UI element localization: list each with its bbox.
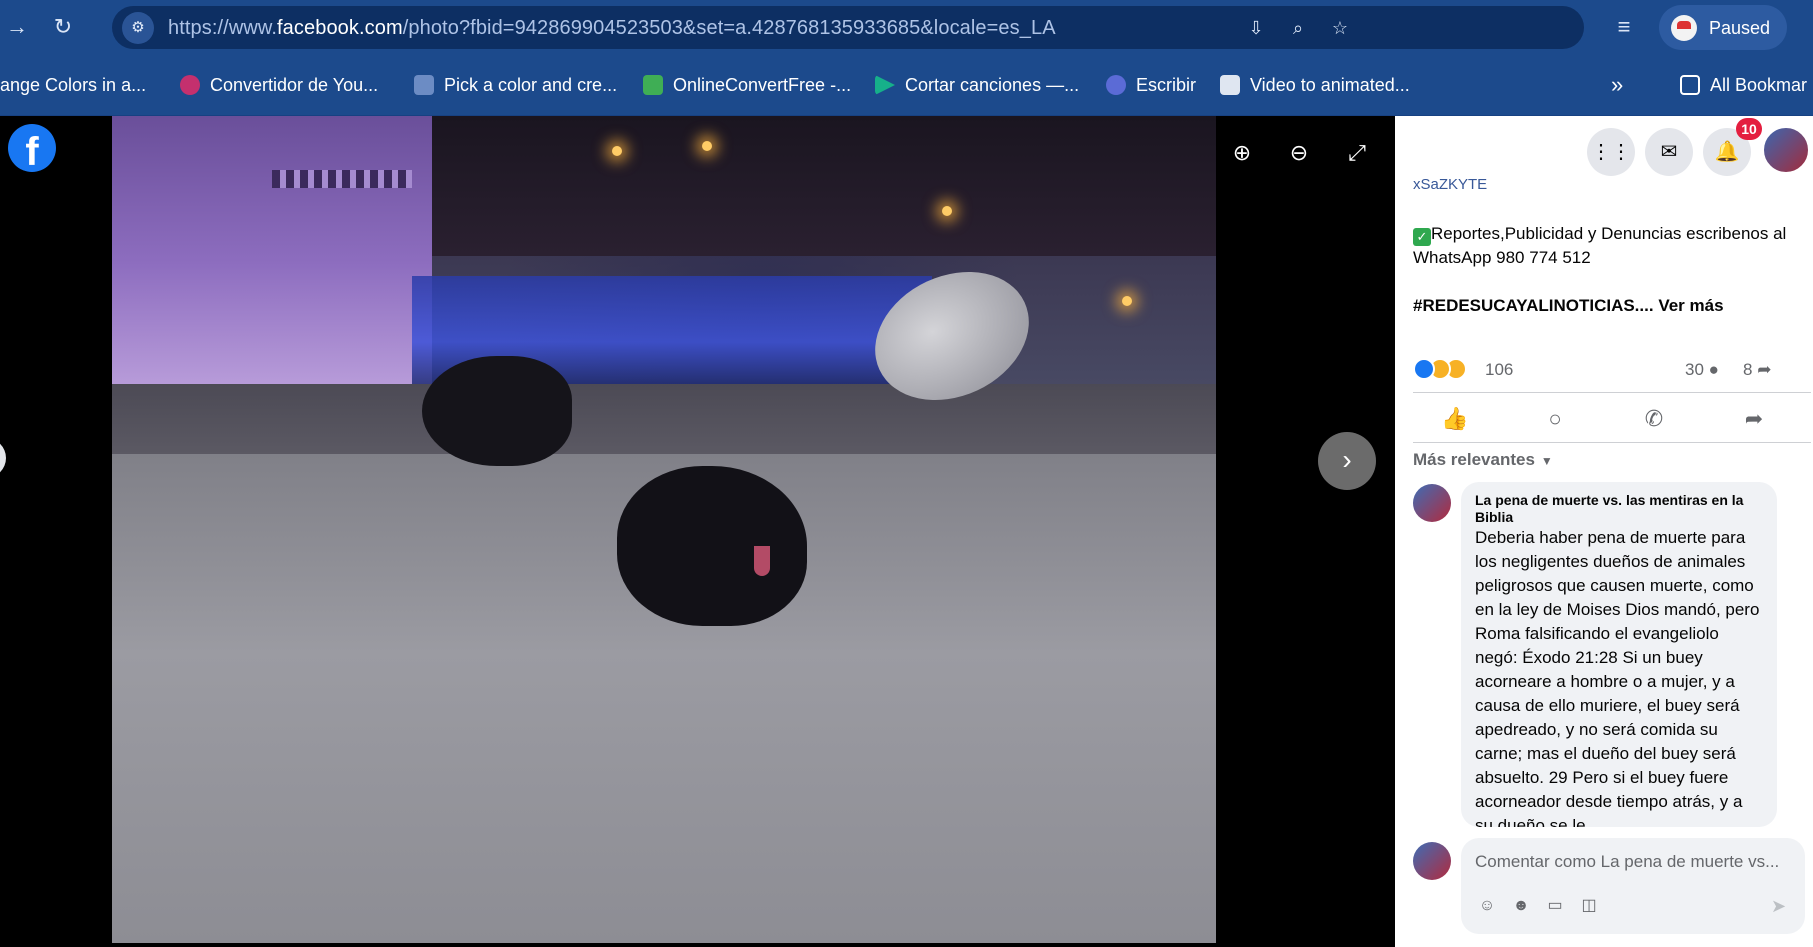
whatsapp-icon[interactable]: ✆ <box>1637 402 1671 436</box>
reactions-summary[interactable]: 106 30 ● 8 ➦ <box>1413 356 1811 384</box>
account-avatar[interactable] <box>1762 126 1810 174</box>
comment-icon[interactable]: ○ <box>1538 402 1572 436</box>
install-app-icon[interactable]: ⇩ <box>1242 14 1270 42</box>
folder-icon <box>1680 75 1700 95</box>
photo-wall <box>112 384 1216 454</box>
post-link-fragment[interactable]: xSaZKYTE <box>1413 176 1487 193</box>
photo-building <box>112 116 432 384</box>
photo-dog <box>422 356 572 466</box>
post-body: Reportes,Publicidad y Denuncias escriben… <box>1413 224 1787 267</box>
commenter-avatar[interactable] <box>1413 484 1451 522</box>
comment-bubble: La pena de muerte vs. las mentiras en la… <box>1461 482 1777 827</box>
bookmark-item[interactable]: Cortar canciones —... <box>875 73 1079 97</box>
like-reaction-icon <box>1413 358 1435 380</box>
photo-street-light <box>1122 296 1132 306</box>
gif-icon[interactable]: ▭ <box>1543 894 1567 918</box>
check-emoji-icon: ✓ <box>1413 228 1431 246</box>
post-caption: ✓ Reportes,Publicidad y Denuncias escribe… <box>1413 222 1803 318</box>
reactions-count[interactable]: 106 <box>1485 360 1513 380</box>
bookmark-favicon-icon <box>875 75 895 95</box>
profile-status: Paused <box>1709 18 1771 38</box>
facebook-logo[interactable]: f <box>8 124 56 174</box>
profile-button[interactable]: Paused <box>1659 5 1787 50</box>
fullscreen-icon[interactable]: ⤢ <box>1340 136 1374 170</box>
post-actions: 👍 ○ ✆ ➦ <box>1413 398 1811 438</box>
zoom-icon[interactable]: ⌕ <box>1284 14 1312 42</box>
photo-dog-tongue <box>754 546 770 576</box>
post-hashtag-line: #REDESUCAYALINOTICIAS.... Ver más <box>1413 294 1803 318</box>
url-text[interactable]: https://www.facebook.com/photo?fbid=9428… <box>168 17 1056 40</box>
composer-avatar[interactable] <box>1413 842 1451 880</box>
bookmark-favicon-icon <box>414 75 434 95</box>
bookmark-item[interactable]: Video to animated... <box>1220 73 1410 97</box>
zoom-out-icon[interactable]: ⊖ <box>1282 136 1316 170</box>
shares-count[interactable]: 8 ➦ <box>1743 360 1771 380</box>
reading-list-icon[interactable]: ≡ <box>1607 10 1641 44</box>
menu-grid-icon[interactable]: ⋮⋮ <box>1587 128 1635 176</box>
photo-dog <box>617 466 807 626</box>
comment-composer: ☺ ☻ ▭ ◫ ➤ <box>1461 838 1805 934</box>
comment-sort-dropdown[interactable]: Más relevantes ▼ <box>1413 450 1553 470</box>
bookmark-item[interactable]: Escribir <box>1106 73 1196 97</box>
see-more-link[interactable]: Ver más <box>1658 296 1723 315</box>
caret-down-icon: ▼ <box>1540 454 1553 468</box>
bookmark-item[interactable]: OnlineConvertFree -... <box>643 73 851 97</box>
forward-icon[interactable]: → <box>0 10 34 44</box>
bookmark-item[interactable]: Convertidor de You... <box>180 73 378 97</box>
photo-balcony <box>272 170 412 188</box>
next-photo-button[interactable]: › <box>1318 432 1376 490</box>
bookmark-item[interactable]: Pick a color and cre... <box>414 73 617 97</box>
reload-icon[interactable]: ↻ <box>46 10 80 44</box>
comments-count[interactable]: 30 ● <box>1685 360 1719 380</box>
messenger-icon[interactable]: ✉ <box>1645 128 1693 176</box>
address-bar[interactable]: ⚙ https://www.facebook.com/photo?fbid=94… <box>112 6 1584 49</box>
like-icon[interactable]: 👍 <box>1438 402 1472 436</box>
emoji-icon[interactable]: ☻ <box>1509 894 1533 918</box>
avatar-sticker-icon[interactable]: ☺ <box>1475 894 1499 918</box>
bookmark-favicon-icon <box>1220 75 1240 95</box>
site-settings-icon[interactable]: ⚙ <box>122 12 154 44</box>
sticker-icon[interactable]: ◫ <box>1577 894 1601 918</box>
photo-viewer: f ⊕ ⊖ ⤢ › <box>0 116 1395 947</box>
comment-text: Deberia haber pena de muerte para los ne… <box>1475 528 1760 827</box>
zoom-in-icon[interactable]: ⊕ <box>1225 136 1259 170</box>
photo-street-light <box>942 206 952 216</box>
notifications-badge: 10 <box>1736 118 1762 140</box>
all-bookmarks[interactable]: All Bookmar <box>1680 73 1807 97</box>
comment-count-icon: ● <box>1708 360 1719 379</box>
bookmarks-bar: ange Colors in a... Convertidor de You..… <box>0 55 1813 116</box>
bookmark-favicon-icon <box>180 75 200 95</box>
browser-toolbar: → ↻ ⚙ https://www.facebook.com/photo?fbi… <box>0 0 1813 55</box>
hashtag-link[interactable]: #REDESUCAYALINOTICIAS.... <box>1413 296 1654 315</box>
share-icon[interactable]: ➦ <box>1737 402 1771 436</box>
wordpress-icon <box>1106 75 1126 95</box>
comment-input[interactable] <box>1475 850 1791 874</box>
previous-photo-button[interactable] <box>0 438 6 478</box>
photo-street-light <box>702 141 712 151</box>
comment-author[interactable]: La pena de muerte vs. las mentiras en la… <box>1475 492 1763 526</box>
divider <box>1413 392 1811 393</box>
photo-street-light <box>612 146 622 156</box>
bookmark-favicon-icon <box>643 75 663 95</box>
send-icon[interactable]: ➤ <box>1771 894 1795 918</box>
bookmark-star-icon[interactable]: ☆ <box>1326 14 1354 42</box>
bookmark-item[interactable]: ange Colors in a... <box>0 73 146 97</box>
profile-avatar <box>1671 15 1697 41</box>
photo-image <box>112 116 1216 943</box>
more-bookmarks-icon[interactable]: » <box>1611 73 1623 97</box>
share-count-icon: ➦ <box>1757 360 1772 379</box>
divider <box>1413 442 1811 443</box>
